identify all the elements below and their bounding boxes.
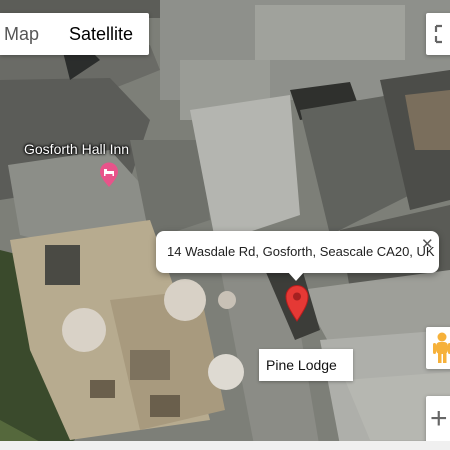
zoom-control: + (426, 396, 450, 446)
bottom-strip (0, 441, 450, 450)
info-window: 14 Wasdale Rd, Gosforth, Seascale CA20, … (156, 231, 439, 273)
close-icon[interactable]: ✕ (421, 235, 434, 253)
satellite-button[interactable]: Satellite (53, 13, 149, 55)
location-marker-icon[interactable] (284, 284, 310, 322)
map-type-control: Map Satellite (0, 13, 150, 55)
place-label: Pine Lodge (259, 349, 353, 381)
satellite-imagery[interactable] (0, 0, 450, 450)
pegman-icon (433, 332, 450, 363)
fullscreen-button[interactable] (426, 13, 450, 55)
poi-label[interactable]: Gosforth Hall Inn (24, 141, 129, 157)
zoom-in-button[interactable]: + (430, 404, 448, 434)
map-view[interactable]: Map Satellite + Gosforth Hall Inn 14 Was… (0, 0, 450, 450)
address-text: 14 Wasdale Rd, Gosforth, Seascale CA20, … (167, 244, 435, 259)
map-button[interactable]: Map (0, 13, 53, 55)
street-view-pegman-button[interactable] (426, 327, 450, 369)
fullscreen-icon (434, 24, 442, 44)
info-window-tail (287, 271, 305, 281)
hotel-icon[interactable] (99, 162, 119, 188)
place-label-text: Pine Lodge (266, 357, 337, 373)
